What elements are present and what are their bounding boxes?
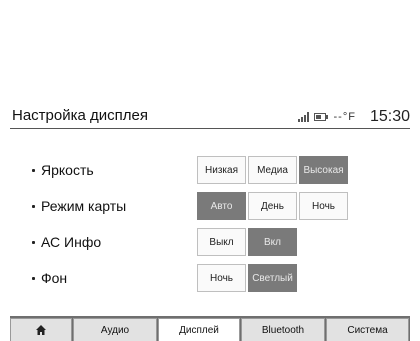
background-label: Фон <box>41 270 68 286</box>
tab-system[interactable]: Система <box>326 318 409 341</box>
brightness-option-low[interactable]: Низкая <box>197 156 246 184</box>
tab-home[interactable] <box>10 318 72 341</box>
brightness-row: Яркость Низкая Медиа Высокая <box>10 156 410 186</box>
map-mode-option-day[interactable]: День <box>248 192 297 220</box>
header-bar: Настройка дисплея --°F 15:30 <box>10 104 410 129</box>
background-option-light[interactable]: Светлый <box>248 264 297 292</box>
bottom-tab-bar: Аудио Дисплей Bluetooth Система <box>10 316 410 341</box>
bullet-icon <box>32 169 35 172</box>
bullet-icon <box>32 277 35 280</box>
map-mode-label: Режим карты <box>41 198 127 214</box>
tab-display[interactable]: Дисплей <box>158 318 240 341</box>
outside-temperature: --°F <box>333 111 356 123</box>
tab-bluetooth[interactable]: Bluetooth <box>241 318 325 341</box>
signal-icon <box>297 112 309 122</box>
bullet-icon <box>32 205 35 208</box>
background-options: Ночь Светлый <box>197 264 297 292</box>
ac-info-options: Выкл Вкл <box>197 228 297 256</box>
home-icon <box>36 325 46 335</box>
brightness-option-medium[interactable]: Медиа <box>248 156 297 184</box>
page-title: Настройка дисплея <box>12 107 148 124</box>
brightness-label: Яркость <box>41 162 94 178</box>
ac-info-row: АС Инфо Выкл Вкл <box>10 228 410 258</box>
tab-audio[interactable]: Аудио <box>73 318 157 341</box>
ac-info-label: АС Инфо <box>41 234 102 250</box>
map-mode-row: Режим карты Авто День Ночь <box>10 192 410 222</box>
status-area: --°F 15:30 <box>297 106 410 128</box>
bullet-icon <box>32 241 35 244</box>
ac-info-option-off[interactable]: Выкл <box>197 228 246 256</box>
map-mode-options: Авто День Ночь <box>197 192 348 220</box>
display-settings-screen: Настройка дисплея --°F 15:30 Яркость Низ… <box>10 104 410 341</box>
brightness-option-high[interactable]: Высокая <box>299 156 348 184</box>
map-mode-option-auto[interactable]: Авто <box>197 192 246 220</box>
ac-info-option-on[interactable]: Вкл <box>248 228 297 256</box>
map-mode-option-night[interactable]: Ночь <box>299 192 348 220</box>
battery-icon <box>313 113 328 121</box>
background-row: Фон Ночь Светлый <box>10 264 410 294</box>
brightness-options: Низкая Медиа Высокая <box>197 156 348 184</box>
background-option-night[interactable]: Ночь <box>197 264 246 292</box>
clock: 15:30 <box>369 108 410 125</box>
